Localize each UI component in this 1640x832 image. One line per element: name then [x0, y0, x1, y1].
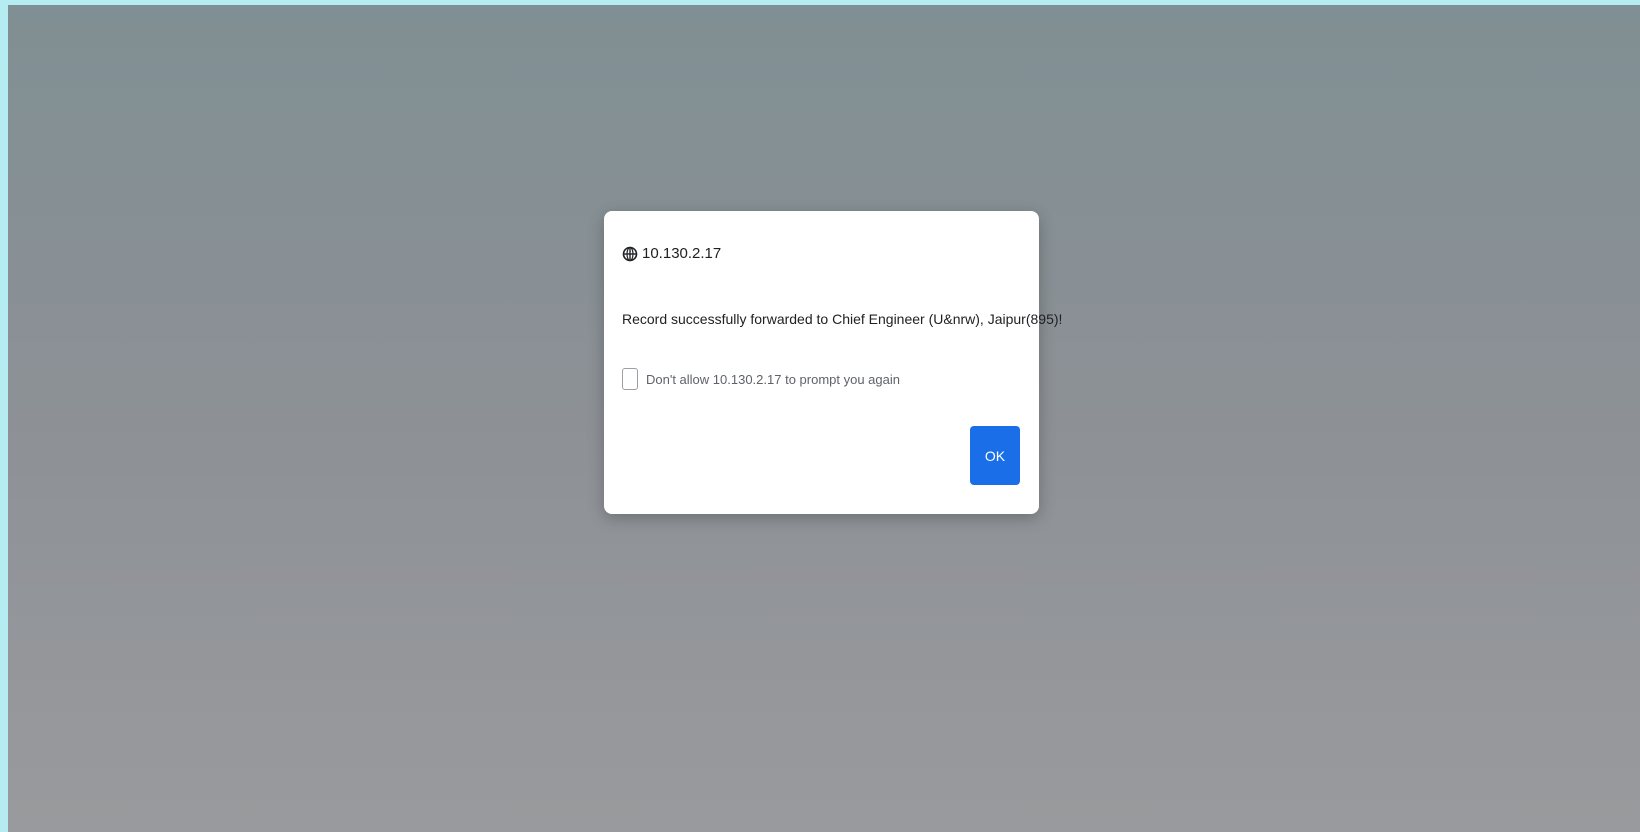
suppress-prompt-row[interactable]: Don't allow 10.130.2.17 to prompt you ag… [622, 368, 900, 390]
dialog-origin-row: 10.130.2.17 [622, 245, 721, 262]
dialog-origin: 10.130.2.17 [642, 245, 722, 262]
alert-dialog: 10.130.2.17 Record successfully forwarde… [604, 211, 1062, 514]
suppress-prompt-label[interactable]: Don't allow 10.130.2.17 to prompt you ag… [646, 372, 900, 387]
globe-icon [622, 246, 638, 262]
ok-button[interactable]: OK [970, 426, 1020, 485]
dialog-message: Record successfully forwarded to Chief E… [622, 311, 1063, 327]
suppress-prompt-checkbox[interactable] [622, 368, 638, 390]
